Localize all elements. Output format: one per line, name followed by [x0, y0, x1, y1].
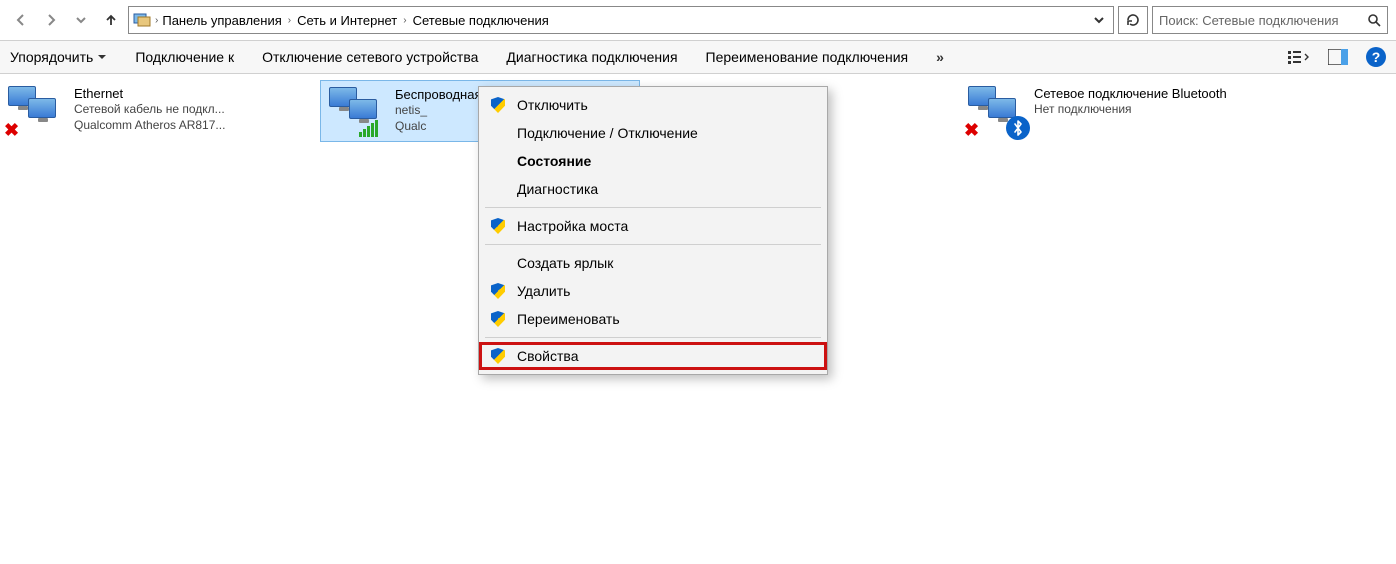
- help-button[interactable]: ?: [1366, 47, 1386, 67]
- view-options-button[interactable]: [1288, 49, 1310, 65]
- menu-label: Настройка моста: [517, 218, 628, 234]
- crumb-sep-icon: ›: [288, 15, 291, 26]
- crumb-sep-icon: ›: [403, 15, 406, 26]
- menu-label: Удалить: [517, 283, 570, 299]
- help-icon: ?: [1372, 49, 1381, 65]
- up-button[interactable]: [98, 7, 124, 33]
- disconnected-x-icon: ✖: [4, 120, 22, 138]
- address-dropdown[interactable]: [1089, 14, 1109, 26]
- shield-icon: [491, 311, 505, 327]
- menu-properties[interactable]: Свойства: [479, 342, 827, 370]
- crumb-network-internet[interactable]: Сеть и Интернет ›: [297, 13, 406, 28]
- network-icon: ✖: [968, 86, 1024, 134]
- menu-bridge[interactable]: Настройка моста: [479, 212, 827, 240]
- cmd-label: Подключение к: [135, 49, 234, 65]
- network-icon: [329, 87, 385, 135]
- arrow-right-icon: [43, 12, 59, 28]
- crumb-control-panel[interactable]: Панель управления ›: [162, 13, 291, 28]
- connection-status: Сетевой кабель не подкл...: [74, 101, 225, 117]
- recent-locations-button[interactable]: [68, 7, 94, 33]
- organize-button[interactable]: Упорядочить: [10, 49, 107, 65]
- breadcrumb: Панель управления › Сеть и Интернет › Сете…: [162, 13, 549, 28]
- menu-label: Свойства: [517, 348, 578, 364]
- rename-button[interactable]: Переименование подключения: [706, 49, 909, 65]
- cmd-label: Переименование подключения: [706, 49, 909, 65]
- crumb-label: Сеть и Интернет: [297, 13, 397, 28]
- menu-label: Переименовать: [517, 311, 620, 327]
- search-input[interactable]: Поиск: Сетевые подключения: [1152, 6, 1388, 34]
- crumb-label: Панель управления: [162, 13, 281, 28]
- crumb-sep-icon: ›: [155, 15, 158, 26]
- disconnected-x-icon: ✖: [964, 120, 982, 138]
- disable-device-button[interactable]: Отключение сетевого устройства: [262, 49, 478, 65]
- search-placeholder: Поиск: Сетевые подключения: [1159, 13, 1367, 28]
- preview-pane-button[interactable]: [1328, 49, 1348, 65]
- menu-label: Диагностика: [517, 181, 598, 197]
- menu-rename[interactable]: Переименовать: [479, 305, 827, 333]
- refresh-button[interactable]: [1118, 6, 1148, 34]
- menu-separator: [485, 337, 821, 338]
- shield-icon: [491, 283, 505, 299]
- connection-item[interactable]: ✖ Сетевое подключение Bluetooth Нет подк…: [960, 80, 1280, 142]
- menu-status[interactable]: Состояние: [479, 147, 827, 175]
- menu-label: Подключение / Отключение: [517, 125, 698, 141]
- network-icon: ✖: [8, 86, 64, 134]
- cmd-label: Отключение сетевого устройства: [262, 49, 478, 65]
- preview-pane-icon: [1328, 49, 1348, 65]
- menu-connect-disconnect[interactable]: Подключение / Отключение: [479, 119, 827, 147]
- diagnose-button[interactable]: Диагностика подключения: [506, 49, 677, 65]
- context-menu: Отключить Подключение / Отключение Состо…: [478, 86, 828, 375]
- menu-create-shortcut[interactable]: Создать ярлык: [479, 249, 827, 277]
- caret-down-icon: [97, 52, 107, 62]
- arrow-up-icon: [103, 12, 119, 28]
- view-options-icon: [1288, 49, 1310, 65]
- menu-diagnose[interactable]: Диагностика: [479, 175, 827, 203]
- shield-icon: [491, 97, 505, 113]
- cmd-label: Диагностика подключения: [506, 49, 677, 65]
- connection-status: Нет подключения: [1034, 101, 1227, 117]
- menu-label: Создать ярлык: [517, 255, 613, 271]
- forward-button[interactable]: [38, 7, 64, 33]
- chevron-down-icon: [1093, 14, 1105, 26]
- shield-icon: [491, 218, 505, 234]
- connection-item[interactable]: ✖ Ethernet Сетевой кабель не подкл... Qu…: [0, 80, 320, 142]
- arrow-left-icon: [13, 12, 29, 28]
- connection-title: Сетевое подключение Bluetooth: [1034, 86, 1227, 101]
- crumb-network-connections[interactable]: Сетевые подключения: [413, 13, 549, 28]
- menu-label: Состояние: [517, 153, 591, 169]
- cmd-label: Упорядочить: [10, 49, 93, 65]
- bluetooth-icon: [1006, 116, 1030, 140]
- search-icon: [1367, 13, 1381, 27]
- crumb-label: Сетевые подключения: [413, 13, 549, 28]
- menu-delete[interactable]: Удалить: [479, 277, 827, 305]
- menu-separator: [485, 244, 821, 245]
- overflow-button[interactable]: »: [936, 49, 944, 65]
- connection-title: Ethernet: [74, 86, 225, 101]
- connection-device: Qualcomm Atheros AR817...: [74, 117, 225, 133]
- menu-disable[interactable]: Отключить: [479, 91, 827, 119]
- address-bar: › Панель управления › Сеть и Интернет › Се…: [0, 0, 1396, 40]
- control-panel-icon: [133, 11, 151, 29]
- shield-icon: [491, 348, 505, 364]
- menu-label: Отключить: [517, 97, 588, 113]
- command-bar: Упорядочить Подключение к Отключение сет…: [0, 40, 1396, 74]
- chevron-down-icon: [75, 14, 87, 26]
- connect-to-button[interactable]: Подключение к: [135, 49, 234, 65]
- wifi-signal-icon: [359, 120, 378, 137]
- back-button[interactable]: [8, 7, 34, 33]
- refresh-icon: [1125, 12, 1141, 28]
- menu-separator: [485, 207, 821, 208]
- breadcrumb-box[interactable]: › Панель управления › Сеть и Интернет › Се…: [128, 6, 1114, 34]
- content-area: ✖ Ethernet Сетевой кабель не подкл... Qu…: [0, 74, 1396, 534]
